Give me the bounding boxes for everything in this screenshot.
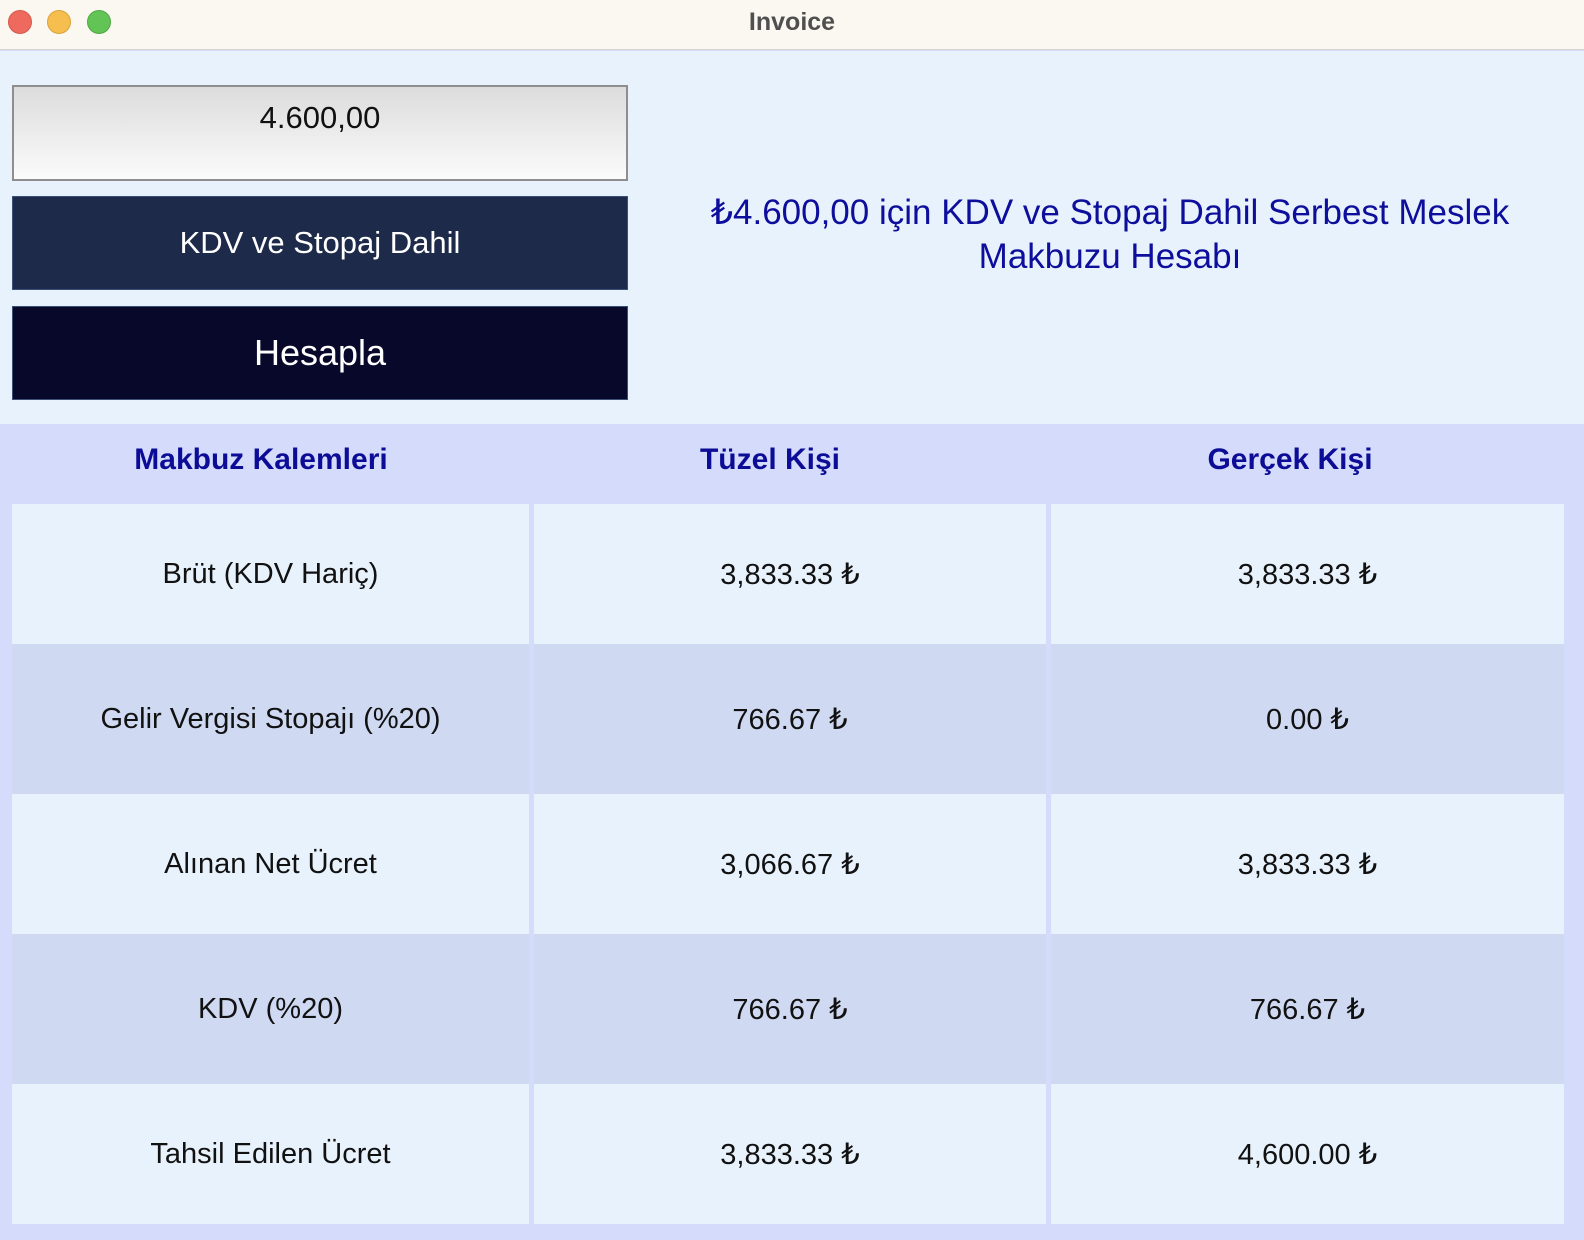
tuzel-cell: 3,833.33 ₺: [534, 504, 1046, 644]
gercek-cell: 766.67 ₺: [1051, 934, 1564, 1084]
column-header-items: Makbuz Kalemleri: [134, 443, 388, 476]
column-header-gercek: Gerçek Kişi: [1207, 443, 1373, 476]
table-row: KDV (%20) 766.67 ₺ 766.67 ₺: [12, 934, 1572, 1084]
table-header: Makbuz Kalemleri Tüzel Kişi Gerçek Kişi: [12, 424, 1572, 504]
gercek-cell: 3,833.33 ₺: [1051, 794, 1564, 934]
result-headline: ₺4.600,00 için KDV ve Stopaj Dahil Serbe…: [710, 193, 1510, 276]
amount-input[interactable]: [12, 85, 628, 181]
table-row: Alınan Net Ücret 3,066.67 ₺ 3,833.33 ₺: [12, 794, 1572, 934]
tuzel-cell: 3,833.33 ₺: [534, 1084, 1046, 1224]
column-header-tuzel: Tüzel Kişi: [699, 443, 841, 476]
table-row: Gelir Vergisi Stopajı (%20) 766.67 ₺ 0.0…: [12, 644, 1572, 794]
item-cell: Brüt (KDV Hariç): [12, 504, 529, 644]
receipt-table: Makbuz Kalemleri Tüzel Kişi Gerçek Kişi …: [12, 424, 1572, 1224]
table-row: Brüt (KDV Hariç) 3,833.33 ₺ 3,833.33 ₺: [12, 504, 1572, 644]
item-cell: KDV (%20): [12, 934, 529, 1084]
title-bar: Invoice: [0, 0, 1584, 50]
tuzel-cell: 766.67 ₺: [534, 934, 1046, 1084]
tuzel-cell: 766.67 ₺: [534, 644, 1046, 794]
table-row: Tahsil Edilen Ücret 3,833.33 ₺ 4,600.00 …: [12, 1084, 1572, 1224]
gercek-cell: 3,833.33 ₺: [1051, 504, 1564, 644]
mode-button[interactable]: KDV ve Stopaj Dahil: [12, 196, 628, 290]
tuzel-cell: 3,066.67 ₺: [534, 794, 1046, 934]
calculate-button[interactable]: Hesapla: [12, 306, 628, 400]
item-cell: Alınan Net Ücret: [12, 794, 529, 934]
item-cell: Tahsil Edilen Ücret: [12, 1084, 529, 1224]
gercek-cell: 0.00 ₺: [1051, 644, 1564, 794]
item-cell: Gelir Vergisi Stopajı (%20): [12, 644, 529, 794]
gercek-cell: 4,600.00 ₺: [1051, 1084, 1564, 1224]
input-panel: KDV ve Stopaj Dahil Hesapla ₺4.600,00 iç…: [0, 51, 1584, 424]
window-title: Invoice: [748, 8, 836, 36]
